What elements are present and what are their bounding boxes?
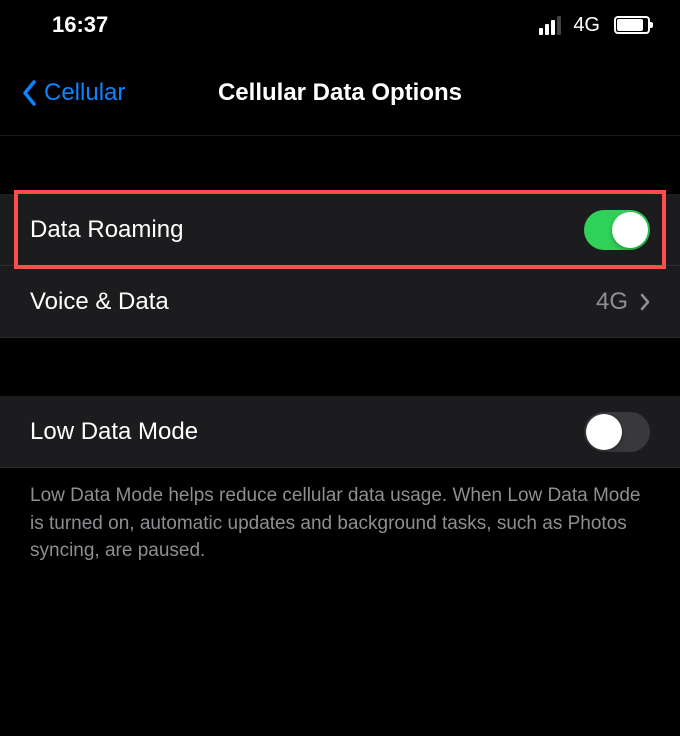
low-data-mode-description: Low Data Mode helps reduce cellular data… [0,468,680,579]
back-button[interactable]: Cellular [0,79,125,107]
section-spacer [0,338,680,396]
data-roaming-label: Data Roaming [30,216,183,244]
data-roaming-row[interactable]: Data Roaming [0,194,680,266]
toggle-knob [612,212,648,248]
low-data-mode-row[interactable]: Low Data Mode [0,396,680,468]
voice-data-value: 4G [596,288,628,316]
section-spacer [0,136,680,194]
signal-icon [539,16,561,35]
network-label: 4G [573,14,600,37]
chevron-right-icon [640,293,650,311]
status-indicators: 4G [539,14,650,37]
voice-data-row[interactable]: Voice & Data 4G [0,266,680,338]
data-roaming-toggle[interactable] [584,210,650,250]
battery-icon [614,16,650,34]
voice-data-label: Voice & Data [30,288,169,316]
page-title: Cellular Data Options [218,79,462,107]
low-data-mode-label: Low Data Mode [30,418,198,446]
toggle-knob [586,414,622,450]
back-label: Cellular [44,79,125,107]
nav-header: Cellular Cellular Data Options [0,50,680,136]
status-bar: 16:37 4G [0,0,680,50]
chevron-left-icon [22,80,36,106]
low-data-mode-toggle[interactable] [584,412,650,452]
status-time: 16:37 [52,12,108,38]
